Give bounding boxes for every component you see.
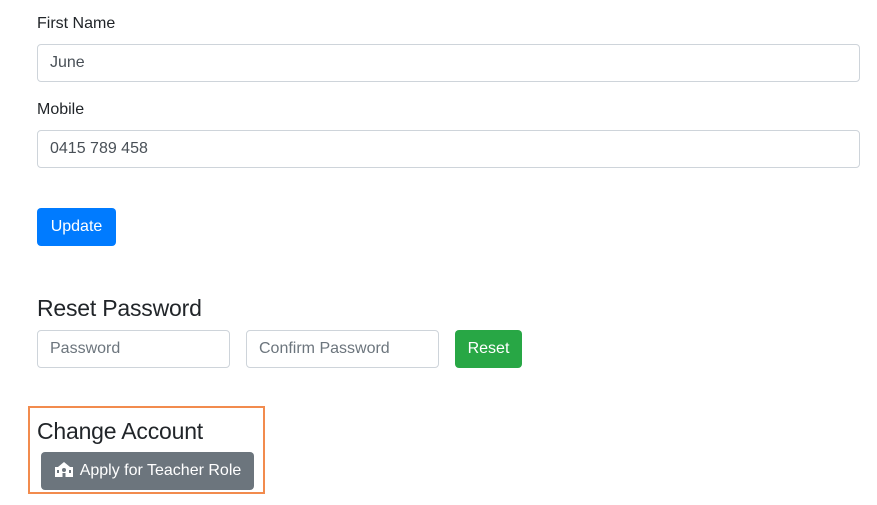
reset-password-heading: Reset Password: [37, 295, 202, 321]
reset-button[interactable]: Reset: [455, 330, 522, 368]
apply-teacher-role-label: Apply for Teacher Role: [79, 462, 242, 479]
change-account-heading: Change Account: [37, 418, 203, 444]
profile-page: First Name Mobile Update Reset Password …: [0, 0, 877, 505]
update-button[interactable]: Update: [37, 208, 116, 246]
password-input[interactable]: [37, 330, 230, 368]
mobile-field[interactable]: [37, 130, 860, 168]
first-name-field[interactable]: [37, 44, 860, 82]
first-name-label: First Name: [37, 15, 116, 32]
confirm-password-input[interactable]: [246, 330, 439, 368]
apply-teacher-role-button[interactable]: Apply for Teacher Role: [41, 452, 254, 490]
mobile-label: Mobile: [37, 101, 85, 118]
school-icon: [54, 461, 74, 482]
